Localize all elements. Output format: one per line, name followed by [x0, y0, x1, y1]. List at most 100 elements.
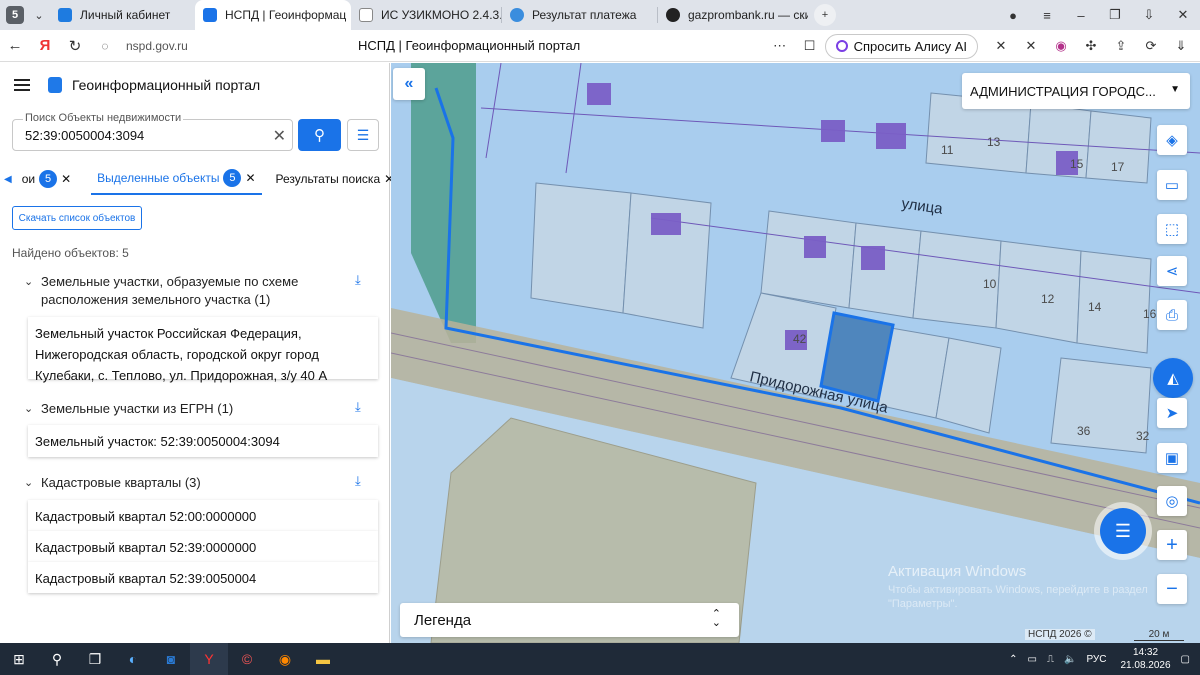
administration-select[interactable]: АДМИНИСТРАЦИЯ ГОРОДС... ▼	[962, 73, 1190, 109]
portal-logo-icon	[48, 77, 62, 93]
map-view[interactable]: 11 13 15 17 10 12 14 16 42 36 32 Придоро…	[391, 63, 1200, 643]
close-icon[interactable]: ✕	[245, 171, 255, 185]
share-button[interactable]: ⋖	[1157, 256, 1187, 286]
scale-bar: 20 м	[1134, 629, 1184, 641]
hamburger-menu-icon[interactable]	[14, 79, 30, 91]
layers-button[interactable]: ◈	[1157, 125, 1187, 155]
edge-icon[interactable]: ◐	[114, 643, 152, 675]
tabs-menu-chevron-icon[interactable]: ⌄	[28, 4, 50, 26]
search-input[interactable]: Поиск Объекты недвижимости 52:39:0050004…	[12, 112, 293, 151]
yandex-browser-icon[interactable]: Y	[190, 643, 228, 675]
extension-k-icon[interactable]: ✕	[986, 38, 1016, 54]
tab-uzikmono[interactable]: ИС УЗИКМОНО 2.4.3.76.0	[351, 0, 501, 30]
tab-personal-cabinet[interactable]: Личный кабинет	[50, 0, 195, 30]
new-tab-plus-icon[interactable]: +	[814, 4, 836, 26]
c-app-icon[interactable]: ©	[228, 643, 266, 675]
tab-payment-result[interactable]: Результат платежа	[502, 0, 657, 30]
globe-icon	[510, 8, 524, 22]
ask-alice-button[interactable]: Спросить Алису AI	[824, 33, 978, 59]
bookmarks-icon[interactable]: ⇩	[1132, 7, 1166, 23]
task-view-icon[interactable]: ❐	[76, 643, 114, 675]
profile-icon[interactable]: ●	[996, 8, 1030, 23]
list-item[interactable]: Кадастровый квартал 52:39:0000000	[28, 531, 378, 562]
tabs-scroll-left-icon[interactable]: ◀	[0, 174, 16, 185]
filter-button[interactable]: ☰	[347, 119, 379, 151]
restore-icon[interactable]: ❐	[1098, 7, 1132, 23]
download-icon[interactable]: ⤓	[355, 473, 361, 489]
extension-record-icon[interactable]: ◉	[1046, 38, 1076, 54]
tab-selected-objects[interactable]: Выделенные объекты 5 ✕	[91, 163, 262, 195]
search-icon[interactable]: ⚲	[38, 643, 76, 675]
clear-icon[interactable]: ✕	[273, 126, 286, 146]
workspace-badge[interactable]: 5	[6, 6, 24, 24]
legend-panel[interactable]: Легенда ⌃ ⌄	[400, 603, 739, 637]
network-icon[interactable]: ⎍	[1047, 654, 1054, 665]
bookmark-icon[interactable]: ☐	[795, 38, 825, 54]
back-arrow-icon[interactable]: ←	[0, 37, 30, 54]
count-badge: 5	[223, 169, 242, 187]
tray-app-icon[interactable]: ▭	[1028, 654, 1037, 665]
tab-gazprombank[interactable]: gazprombank.ru — скидк	[658, 0, 808, 30]
reload-icon[interactable]: ↻	[60, 37, 90, 55]
zoom-in-button[interactable]: +	[1157, 530, 1187, 560]
house-number: 13	[987, 135, 1001, 149]
minimap-button[interactable]: ▣	[1157, 443, 1187, 473]
download-icon[interactable]: ⤓	[355, 399, 361, 415]
extension-sync-icon[interactable]: ⟳	[1136, 38, 1166, 54]
locate-button[interactable]: ➤	[1157, 398, 1187, 428]
download-list-button[interactable]: Скачать список объектов	[12, 206, 142, 230]
notifications-icon[interactable]: ▢	[1181, 654, 1190, 665]
close-icon[interactable]: ✕	[61, 172, 71, 186]
print-button[interactable]: ⎙	[1157, 300, 1187, 330]
map-canvas[interactable]: 11 13 15 17 10 12 14 16 42 36 32 Придоро…	[391, 63, 1200, 643]
collapse-panel-button[interactable]: «	[393, 68, 425, 100]
parcel-block	[848, 222, 922, 319]
list-item[interactable]: Кадастровый квартал 52:00:0000000	[28, 500, 378, 531]
group-header-cadastral-quarters[interactable]: ⌄ Кадастровые кварталы (3)	[24, 474, 346, 492]
count-badge: 5	[39, 170, 58, 188]
tab-nspd[interactable]: НСПД | Геоинформац ✕	[195, 0, 351, 30]
group-header-egrn-parcels[interactable]: ⌄ Земельные участки из ЕГРН (1)	[24, 400, 346, 418]
extension-k2-icon[interactable]: ✕	[1016, 38, 1046, 54]
yandex-icon[interactable]: Я	[30, 37, 60, 54]
tray-chevron-up-icon[interactable]: ⌃	[1009, 654, 1017, 665]
tab-search-results[interactable]: Результаты поиска ✕	[270, 163, 401, 195]
building	[804, 236, 826, 258]
group-header-scheme-parcels[interactable]: ⌄ Земельные участки, образуемые по схеме…	[24, 273, 346, 309]
site-info-icon[interactable]: ◌	[90, 39, 120, 53]
tab-objects[interactable]: ои 5 ✕	[16, 163, 77, 195]
list-item[interactable]: Земельный участок: 52:39:0050004:3094	[28, 425, 378, 457]
start-windows-icon[interactable]: ⊞	[0, 643, 38, 675]
download-icon[interactable]: ⤓	[355, 272, 361, 288]
url-text[interactable]: nspd.gov.ru	[126, 39, 188, 53]
chat-button[interactable]: ☰	[1100, 508, 1146, 554]
search-button[interactable]: ⚲	[298, 119, 341, 151]
list-item[interactable]: Кадастровый квартал 52:39:0050004	[28, 562, 378, 593]
downloads-icon[interactable]: ⇓	[1166, 38, 1196, 54]
parcel-block	[530, 182, 632, 314]
more-icon[interactable]: ⋯	[765, 38, 795, 54]
chevron-down-icon: ⌄	[24, 276, 34, 288]
house-number: 12	[1041, 292, 1055, 306]
measure-button[interactable]: ▭	[1157, 170, 1187, 200]
file-explorer-icon[interactable]: ▬	[304, 643, 342, 675]
language-indicator[interactable]: РУС	[1086, 654, 1106, 665]
minimize-icon[interactable]: –	[1064, 8, 1098, 23]
volume-icon[interactable]: 🔈	[1064, 654, 1076, 665]
window-close-icon[interactable]: ✕	[1166, 7, 1200, 23]
geolocation-button[interactable]: ◎	[1157, 486, 1187, 516]
firefox-icon[interactable]: ◉	[266, 643, 304, 675]
outlook-icon[interactable]: ◙	[152, 643, 190, 675]
select-area-button[interactable]: ⬚	[1157, 214, 1187, 244]
building	[821, 120, 845, 142]
menu-icon[interactable]: ≡	[1030, 8, 1064, 23]
map-mode-button[interactable]: ◭	[1153, 358, 1193, 398]
clock[interactable]: 14:32 21.08.2026	[1120, 646, 1170, 672]
extensions-puzzle-icon[interactable]: ✣	[1076, 38, 1106, 54]
page-icon	[359, 8, 373, 22]
list-item[interactable]: Земельный участок Российская Федерация, …	[28, 317, 378, 383]
extension-share-icon[interactable]: ⇪	[1106, 38, 1136, 54]
building	[861, 246, 885, 270]
legend-label: Легенда	[414, 611, 472, 629]
search-value[interactable]: 52:39:0050004:3094	[25, 128, 144, 143]
